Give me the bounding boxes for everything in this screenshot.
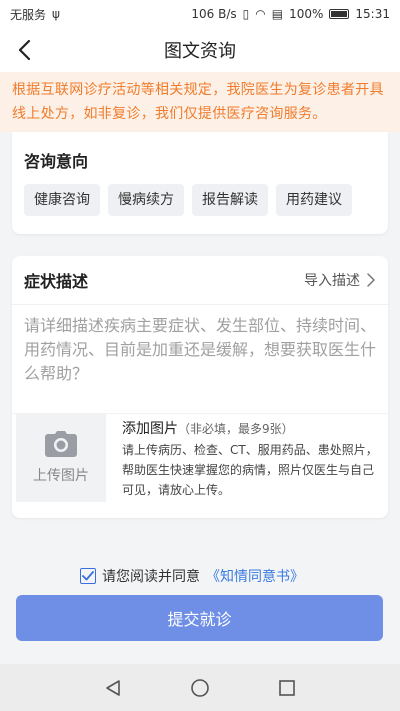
add-image-note: （非必填，最多9张） bbox=[178, 422, 294, 436]
network-speed: 106 B/s bbox=[191, 7, 237, 21]
agreement-row: 请您阅读并同意 《知情同意书》 bbox=[80, 566, 304, 586]
system-recents-button[interactable] bbox=[267, 668, 307, 708]
wifi-icon: ◠ bbox=[255, 7, 266, 21]
vibrate-icon: ▯ bbox=[242, 7, 250, 21]
intent-option-report[interactable]: 报告解读 bbox=[192, 184, 268, 216]
clock: 15:31 bbox=[355, 7, 390, 21]
status-left: 无服务 ψ bbox=[10, 6, 60, 23]
import-description-label: 导入描述 bbox=[304, 273, 360, 289]
status-right: 106 B/s ▯ ◠ ▤ 100% 15:31 bbox=[191, 7, 390, 21]
symptom-header: 症状描述 导入描述 bbox=[12, 256, 388, 304]
nav-bar: 图文资询 bbox=[0, 28, 400, 72]
usb-icon: ψ bbox=[52, 7, 60, 21]
system-nav-bar bbox=[0, 664, 400, 711]
system-home-button[interactable] bbox=[180, 668, 220, 708]
battery-icon bbox=[329, 9, 350, 19]
add-image-title-text: 添加图片 bbox=[122, 421, 178, 437]
intent-option-chronic[interactable]: 慢病续方 bbox=[108, 184, 184, 216]
intent-option-health[interactable]: 健康咨询 bbox=[24, 184, 100, 216]
intent-options: 健康咨询 慢病续方 报告解读 用药建议 bbox=[24, 184, 352, 216]
intent-title: 咨询意向 bbox=[24, 152, 89, 171]
chevron-left-icon bbox=[18, 39, 31, 61]
add-image-description: 请上传病历、检查、CT、服用药品、患处照片，帮助医生快速掌握您的病情，照片仅医生… bbox=[122, 443, 378, 497]
status-bar: 无服务 ψ 106 B/s ▯ ◠ ▤ 100% 15:31 bbox=[0, 0, 400, 28]
submit-button-label: 提交就诊 bbox=[167, 610, 232, 629]
agreement-checkbox[interactable] bbox=[80, 568, 96, 584]
symptom-textarea[interactable]: 请详细描述疾病主要症状、发生部位、持续时间、用药情况、目前是加重还是缓解，想要获… bbox=[24, 314, 376, 408]
consent-form-link[interactable]: 《知情同意书》 bbox=[206, 566, 304, 586]
intent-card: 咨询意向 健康咨询 慢病续方 报告解读 用药建议 bbox=[12, 132, 388, 234]
sim-icon: ▤ bbox=[271, 7, 284, 21]
battery-percent: 100% bbox=[289, 7, 324, 21]
back-button[interactable] bbox=[8, 34, 40, 66]
import-description-link[interactable]: 导入描述 bbox=[304, 270, 376, 290]
system-back-button[interactable] bbox=[93, 668, 133, 708]
divider bbox=[12, 304, 388, 305]
camera-icon bbox=[45, 431, 77, 457]
agreement-text: 请您阅读并同意 bbox=[102, 569, 200, 585]
triangle-back-icon bbox=[106, 679, 121, 696]
notice-banner: 根据互联网诊疗活动等相关规定，我院医生为复诊患者开具线上处方，如非复诊，我们仅提… bbox=[0, 72, 400, 132]
checkmark-icon bbox=[82, 571, 94, 581]
page-title: 图文资询 bbox=[164, 41, 236, 62]
chevron-right-icon bbox=[367, 273, 375, 287]
circle-home-icon bbox=[191, 678, 209, 697]
upload-image-label: 上传图片 bbox=[33, 468, 89, 484]
symptom-card: 症状描述 导入描述 请详细描述疾病主要症状、发生部位、持续时间、用药情况、目前是… bbox=[12, 256, 388, 518]
notice-text: 根据互联网诊疗活动等相关规定，我院医生为复诊患者开具线上处方，如非复诊，我们仅提… bbox=[12, 82, 384, 122]
upload-image-button[interactable]: 上传图片 bbox=[16, 414, 106, 502]
submit-button[interactable]: 提交就诊 bbox=[16, 595, 383, 641]
intent-option-medication[interactable]: 用药建议 bbox=[276, 184, 352, 216]
square-recents-icon bbox=[278, 679, 295, 696]
symptom-title: 症状描述 bbox=[24, 272, 89, 291]
add-image-title: 添加图片（非必填，最多9张） bbox=[122, 418, 294, 438]
carrier-label: 无服务 bbox=[10, 7, 47, 22]
